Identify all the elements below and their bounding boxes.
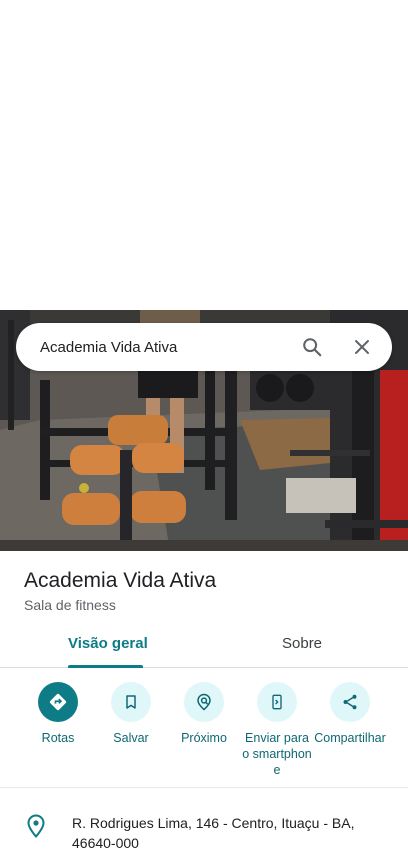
active-tab-indicator [68,665,143,668]
share-label: Compartilhar [314,731,386,745]
location-pin-icon [26,814,46,838]
directions-label: Rotas [41,731,75,745]
close-icon[interactable] [348,333,376,361]
send-to-phone-icon [257,682,297,722]
nearby-label: Próximo [181,731,227,745]
nearby-button[interactable]: Próximo [164,682,244,746]
place-title: Academia Vida Ativa [24,569,217,592]
place-category: Sala de fitness [24,597,116,613]
search-icon[interactable] [298,333,326,361]
map-area[interactable] [0,0,408,310]
nearby-icon [184,682,224,722]
place-sheet: Academia Vida Ativa Sala de fitness Visã… [0,551,408,862]
share-icon [330,682,370,722]
save-button[interactable]: Salvar [91,682,171,746]
directions-button[interactable]: Rotas [18,682,98,746]
address-text: R. Rodrigues Lima, 146 - Centro, Ituaçu … [72,815,355,851]
search-input[interactable]: Academia Vida Ativa [40,339,298,356]
tab-overview[interactable]: Visão geral [68,635,148,652]
tab-about[interactable]: Sobre [282,635,322,652]
bookmark-icon [111,682,151,722]
action-row: Rotas Salvar Próximo Enviar para o smart… [0,682,408,788]
save-label: Salvar [113,731,149,745]
share-button[interactable]: Compartilhar [310,682,390,746]
search-bar[interactable]: Academia Vida Ativa [16,323,392,371]
tab-bar: Visão geral Sobre [0,631,408,668]
send-to-phone-button[interactable]: Enviar para o smartphone [237,682,317,778]
send-to-phone-label: Enviar para o smartphone [242,731,312,777]
address-row[interactable]: R. Rodrigues Lima, 146 - Centro, Ituaçu … [0,813,408,859]
directions-icon [38,682,78,722]
